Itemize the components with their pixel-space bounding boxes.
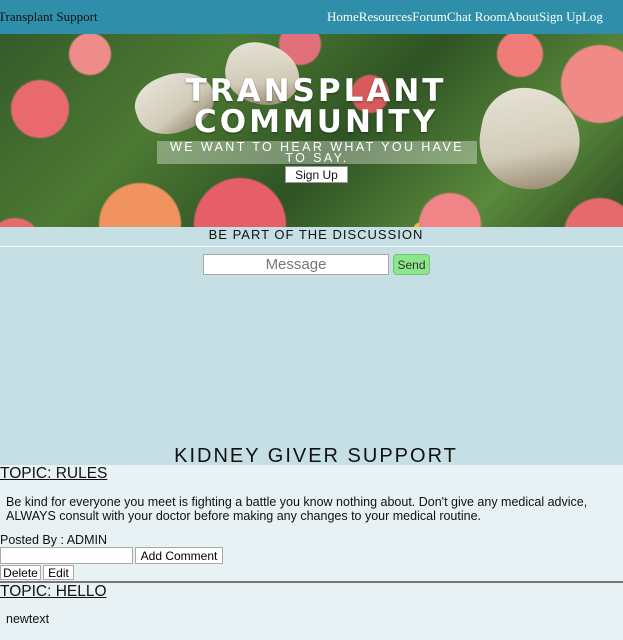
hero-signup-button[interactable]: Sign Up — [285, 166, 348, 183]
hero-banner: TRANSPLANT COMMUNITY WE WANT TO HEAR WHA… — [0, 34, 623, 227]
site-brand[interactable]: Transplant Support — [0, 9, 98, 25]
nav-link-resources[interactable]: Resources — [359, 9, 412, 25]
nav-link-log[interactable]: Log — [582, 9, 603, 25]
edit-button[interactable]: Edit — [43, 565, 74, 580]
nav-links: Home Resources Forum Chat Room About Sig… — [327, 9, 603, 25]
topic-title[interactable]: TOPIC: HELLO — [0, 583, 107, 601]
posted-by-label: Posted By : ADMIN — [0, 533, 107, 547]
topic-post: TOPIC: RULES Be kind for everyone you me… — [0, 465, 623, 583]
topic-post: TOPIC: HELLO newtext — [0, 583, 623, 640]
comment-input[interactable] — [0, 547, 133, 564]
discussion-heading: BE PART OF THE DISCUSSION — [208, 227, 424, 242]
hero-title-line: TRANSPLANT — [185, 73, 447, 109]
add-comment-button[interactable]: Add Comment — [135, 547, 223, 564]
delete-button[interactable]: Delete — [0, 565, 41, 580]
nav-link-home[interactable]: Home — [327, 9, 359, 25]
hero-title-line: COMMUNITY — [193, 104, 439, 140]
send-button[interactable]: Send — [393, 254, 430, 275]
nav-link-about[interactable]: About — [506, 9, 539, 25]
topic-body: newtext — [6, 612, 50, 626]
topic-title[interactable]: TOPIC: RULES — [0, 465, 107, 483]
message-input[interactable] — [203, 254, 389, 275]
hero-title: TRANSPLANT COMMUNITY — [0, 76, 623, 138]
nav-link-sign-up[interactable]: Sign Up — [539, 9, 582, 25]
section-divider — [0, 246, 623, 247]
hero-subtitle: WE WANT TO HEAR WHAT YOU HAVE TO SAY. — [157, 141, 477, 164]
topic-body: Be kind for everyone you meet is fightin… — [6, 495, 588, 523]
top-navbar: Transplant Support Home Resources Forum … — [0, 0, 623, 34]
nav-link-forum[interactable]: Forum — [412, 9, 447, 25]
nav-link-chat-room[interactable]: Chat Room — [447, 9, 507, 25]
discussion-section: BE PART OF THE DISCUSSION Send KIDNEY GI… — [0, 227, 623, 467]
